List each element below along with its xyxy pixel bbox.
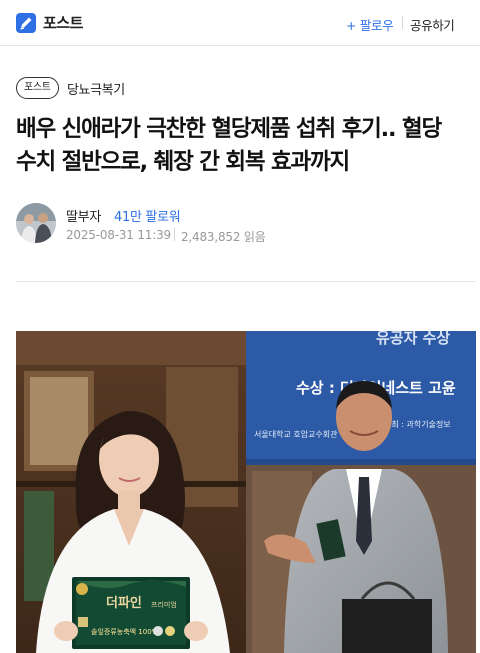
post-logo[interactable]: 포스트 [16,12,83,33]
product-description: 솔잎증류농축액 100% [91,627,159,636]
category-link[interactable]: 당뇨극복기 [67,79,125,98]
banner-heading: 유공자 수상 [376,331,450,347]
divider [174,228,175,241]
author-name[interactable]: 딸부자 [66,206,101,225]
post-tag-chip[interactable]: 포스트 [16,77,59,99]
top-bar: 포스트 + 팔로우 공유하기 [0,0,480,46]
pencil-icon [16,12,36,33]
article-title-line: 배우 신애라가 극찬한 혈당제품 섭취 후기.. 혈당 [16,116,442,142]
logo-text: 포스트 [43,14,83,32]
article-title-line: 수치 절반으로, 췌장 간 회복 효과까지 [16,149,350,175]
post-date: 2025-08-31 11:39 [66,228,171,242]
content-divider [16,281,476,282]
follower-count: 41만 팔로워 [114,210,181,225]
product-name: 더파인 [106,595,142,611]
product-subtitle: 프리미엄 [151,600,177,609]
banner-venue: 서울대학교 호암교수회관 [254,429,338,439]
author-avatar[interactable] [16,203,56,243]
share-button[interactable]: 공유하기 [410,15,455,34]
read-count: 2,483,852 읽음 [181,230,266,244]
divider [402,16,403,29]
article-title: 배우 신애라가 극찬한 혈당제품 섭취 후기.. 혈당 수치 절반으로, 췌장 … [16,113,480,179]
follow-button[interactable]: + 팔로우 [346,15,394,34]
article-photo: 더파인 프리미엄 솔잎증류농축액 100% 유공자 수상 수상 : 더파인네스트… [16,331,476,653]
banner-host: 주최 : 과학기술정보 [384,419,451,429]
